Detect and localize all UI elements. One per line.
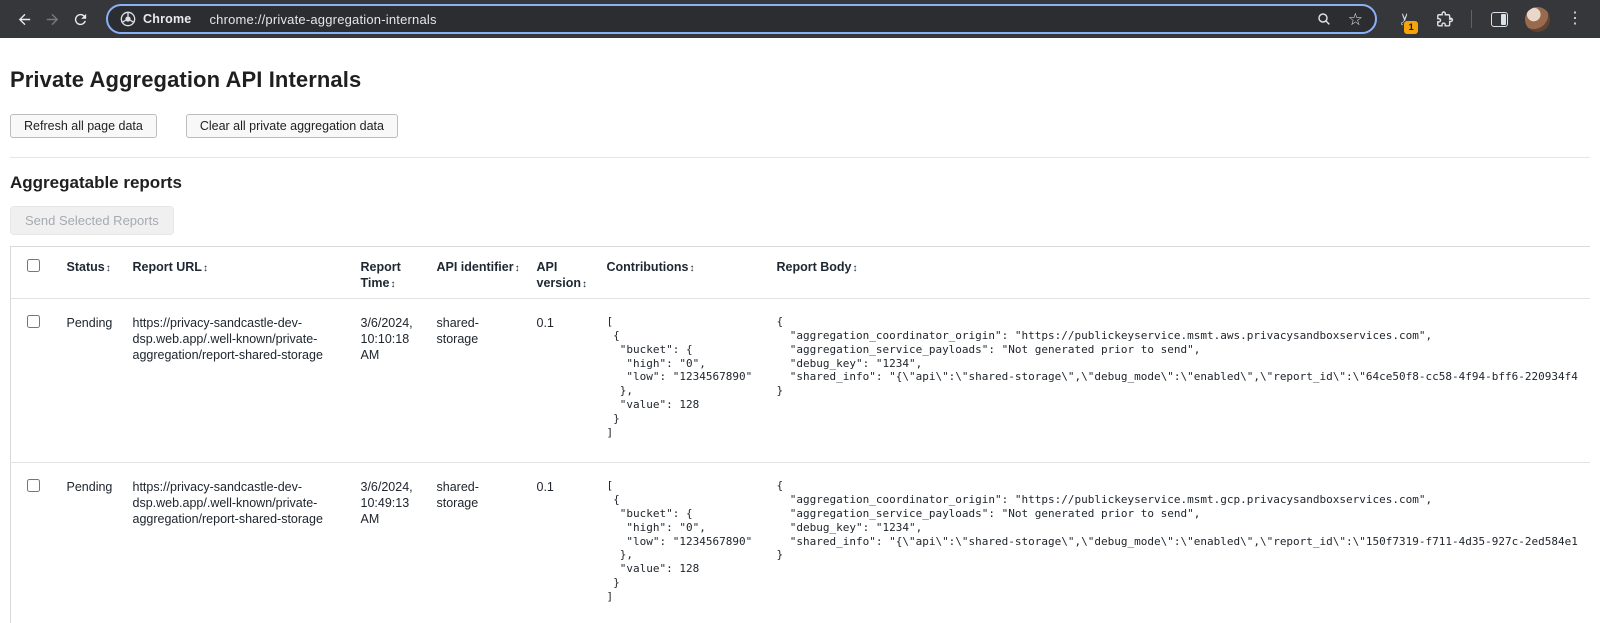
report-time-cell: 3/6/2024, 10:49:13 AM — [353, 462, 429, 623]
section-heading: Aggregatable reports — [10, 173, 1590, 193]
row-checkbox[interactable] — [27, 479, 40, 492]
header-api-identifier[interactable]: API identifier↕ — [429, 247, 529, 299]
report-body-json: { "aggregation_coordinator_origin": "htt… — [777, 479, 1583, 562]
header-report-time[interactable]: Report Time↕ — [353, 247, 429, 299]
back-button[interactable] — [10, 5, 38, 33]
header-contributions[interactable]: Contributions↕ — [599, 247, 769, 299]
divider — [10, 157, 1590, 158]
extensions-button[interactable] — [1429, 4, 1459, 34]
reports-table: Status↕ Report URL↕ Report Time↕ API ide… — [10, 246, 1590, 623]
contributions-cell: [ { "bucket": { "high": "0", "low": "123… — [599, 462, 769, 623]
forward-arrow-icon — [44, 11, 61, 28]
toolbar-separator — [1471, 10, 1472, 28]
search-icon[interactable] — [1316, 11, 1332, 27]
reload-icon — [72, 11, 89, 28]
reload-button[interactable] — [66, 5, 94, 33]
api-identifier-cell: shared-storage — [429, 462, 529, 623]
api-identifier-cell: shared-storage — [429, 298, 529, 462]
table-header-row: Status↕ Report URL↕ Report Time↕ API ide… — [11, 247, 1591, 299]
sort-icon: ↕ — [582, 279, 587, 290]
status-cell: Pending — [59, 298, 125, 462]
contributions-cell: [ { "bucket": { "high": "0", "low": "123… — [599, 298, 769, 462]
sort-icon: ↕ — [203, 263, 208, 274]
puzzle-icon — [1435, 10, 1454, 29]
menu-button[interactable]: ⋮ — [1560, 4, 1590, 34]
refresh-all-button[interactable]: Refresh all page data — [10, 114, 157, 138]
chrome-logo-icon — [120, 11, 136, 27]
select-all-checkbox[interactable] — [27, 259, 40, 272]
url-text[interactable]: chrome://private-aggregation-internals — [209, 12, 1305, 27]
report-url-cell: https://privacy-sandcastle-dev-dsp.web.a… — [125, 462, 353, 623]
contributions-json: [ { "bucket": { "high": "0", "low": "123… — [607, 315, 761, 440]
browser-toolbar: Chrome chrome://private-aggregation-inte… — [0, 0, 1600, 38]
sort-icon: ↕ — [853, 263, 858, 274]
api-version-cell: 0.1 — [529, 298, 599, 462]
side-panel-button[interactable] — [1484, 4, 1514, 34]
bookmark-star-icon[interactable]: ☆ — [1348, 11, 1363, 28]
kebab-menu-icon: ⋮ — [1567, 11, 1583, 27]
site-chip[interactable]: Chrome — [120, 11, 191, 27]
omnibox[interactable]: Chrome chrome://private-aggregation-inte… — [106, 4, 1377, 34]
report-time-cell: 3/6/2024, 10:10:18 AM — [353, 298, 429, 462]
contributions-json: [ { "bucket": { "high": "0", "low": "123… — [607, 479, 761, 604]
side-panel-icon — [1491, 12, 1508, 27]
status-cell: Pending — [59, 462, 125, 623]
sort-icon: ↕ — [689, 263, 694, 274]
table-row: Pending https://privacy-sandcastle-dev-d… — [11, 298, 1591, 462]
api-version-cell: 0.1 — [529, 462, 599, 623]
clipper-extension-button[interactable]: ✂ 1 — [1391, 4, 1421, 34]
sort-icon: ↕ — [390, 279, 395, 290]
sort-icon: ↕ — [515, 263, 520, 274]
forward-button[interactable] — [38, 5, 66, 33]
header-report-body[interactable]: Report Body↕ — [769, 247, 1591, 299]
report-url-cell: https://privacy-sandcastle-dev-dsp.web.a… — [125, 298, 353, 462]
header-api-version[interactable]: API version↕ — [529, 247, 599, 299]
site-chip-label: Chrome — [143, 12, 191, 26]
page-content: Private Aggregation API Internals Refres… — [0, 67, 1600, 623]
send-selected-reports-button[interactable]: Send Selected Reports — [10, 206, 174, 235]
row-checkbox[interactable] — [27, 315, 40, 328]
back-arrow-icon — [16, 11, 33, 28]
avatar — [1525, 7, 1550, 32]
sort-icon: ↕ — [106, 263, 111, 274]
clear-all-button[interactable]: Clear all private aggregation data — [186, 114, 398, 138]
extension-badge: 1 — [1403, 20, 1419, 35]
report-body-cell: { "aggregation_coordinator_origin": "htt… — [769, 298, 1591, 462]
report-body-cell: { "aggregation_coordinator_origin": "htt… — [769, 462, 1591, 623]
table-row: Pending https://privacy-sandcastle-dev-d… — [11, 462, 1591, 623]
header-report-url[interactable]: Report URL↕ — [125, 247, 353, 299]
page-title: Private Aggregation API Internals — [10, 67, 1590, 93]
report-body-json: { "aggregation_coordinator_origin": "htt… — [777, 315, 1583, 398]
profile-button[interactable] — [1522, 4, 1552, 34]
header-status[interactable]: Status↕ — [59, 247, 125, 299]
